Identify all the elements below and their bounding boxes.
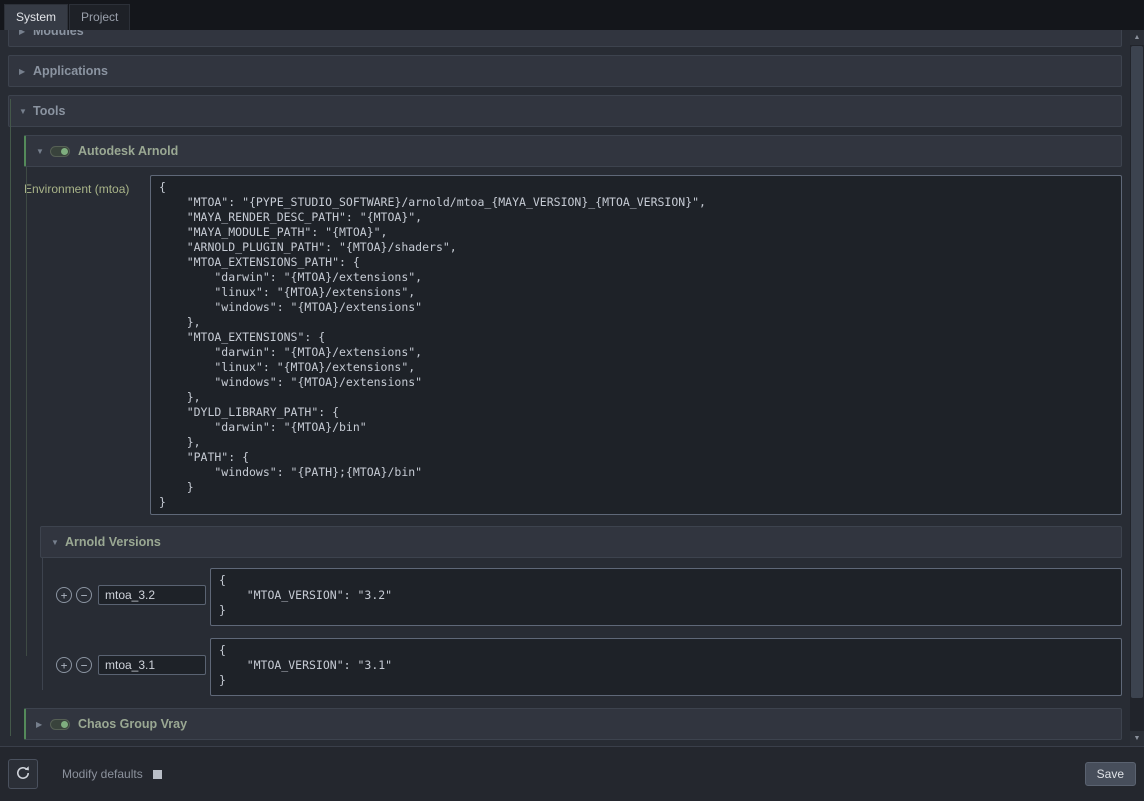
version-row: + − { "MTOA_VERSION": "3.2" } [40,568,1122,626]
arnold-versions-group: ▼ Arnold Versions + − { "MTOA_VERSION": … [40,526,1122,696]
version-json-editor[interactable]: { "MTOA_VERSION": "3.2" } [210,568,1122,626]
section-header-tools[interactable]: ▼ Tools [8,95,1122,127]
refresh-icon [15,765,31,784]
tab-project[interactable]: Project [69,4,130,30]
settings-content: ▶ Modules ▶ Applications ▼ Tools ▼ [8,30,1122,746]
version-key-input[interactable] [98,585,206,605]
tab-bar: System Project [0,0,1144,30]
section-header-applications[interactable]: ▶ Applications [8,55,1122,87]
group-header-autodesk-arnold[interactable]: ▼ Autodesk Arnold [24,135,1122,167]
section-header-arnold-versions[interactable]: ▼ Arnold Versions [40,526,1122,558]
environment-json-editor[interactable]: { "MTOA": "{PYPE_STUDIO_SOFTWARE}/arnold… [150,175,1122,515]
version-json-editor[interactable]: { "MTOA_VERSION": "3.1" } [210,638,1122,696]
group-label-chaos-group-vray: Chaos Group Vray [78,717,187,731]
save-button[interactable]: Save [1085,762,1136,786]
settings-window: System Project ▶ Modules ▶ Applications … [0,0,1144,801]
chevron-right-icon: ▶ [19,30,33,36]
enabled-toggle-icon[interactable] [50,719,70,730]
group-header-chaos-group-vray[interactable]: ▶ Chaos Group Vray [24,708,1122,740]
chevron-down-icon: ▼ [19,107,33,116]
section-label-arnold-versions: Arnold Versions [65,535,161,549]
settings-scroll-area: ▶ Modules ▶ Applications ▼ Tools ▼ [0,30,1144,746]
version-row: + − { "MTOA_VERSION": "3.1" } [40,638,1122,696]
section-label-applications: Applications [33,64,108,78]
chevron-right-icon: ▶ [19,67,33,76]
vertical-scrollbar[interactable]: ▲ ▼ [1130,30,1144,746]
enabled-toggle-icon[interactable] [50,146,70,157]
chevron-right-icon: ▶ [36,720,50,729]
modified-square-icon [153,770,162,779]
section-label-tools: Tools [33,104,65,118]
add-version-button[interactable]: + [56,587,72,603]
section-header-modules[interactable]: ▶ Modules [8,30,1122,47]
scrollbar-thumb[interactable] [1131,46,1143,698]
footer-bar: Modify defaults Save [0,746,1144,801]
arnold-group: ▼ Autodesk Arnold Environment (mtoa) { "… [24,135,1122,696]
add-version-button[interactable]: + [56,657,72,673]
modify-defaults-label: Modify defaults [62,767,143,781]
scroll-down-icon[interactable]: ▼ [1130,731,1144,746]
scroll-up-icon[interactable]: ▲ [1130,30,1144,45]
chevron-down-icon: ▼ [51,538,65,547]
version-key-input[interactable] [98,655,206,675]
environment-row: Environment (mtoa) { "MTOA": "{PYPE_STUD… [24,175,1122,515]
chevron-down-icon: ▼ [36,147,50,156]
tab-system[interactable]: System [4,4,68,30]
environment-label: Environment (mtoa) [24,175,150,196]
section-label-modules: Modules [33,30,84,38]
tools-section-body: ▼ Autodesk Arnold Environment (mtoa) { "… [8,135,1122,740]
group-label-autodesk-arnold: Autodesk Arnold [78,144,178,158]
remove-version-button[interactable]: − [76,587,92,603]
remove-version-button[interactable]: − [76,657,92,673]
refresh-button[interactable] [8,759,38,789]
